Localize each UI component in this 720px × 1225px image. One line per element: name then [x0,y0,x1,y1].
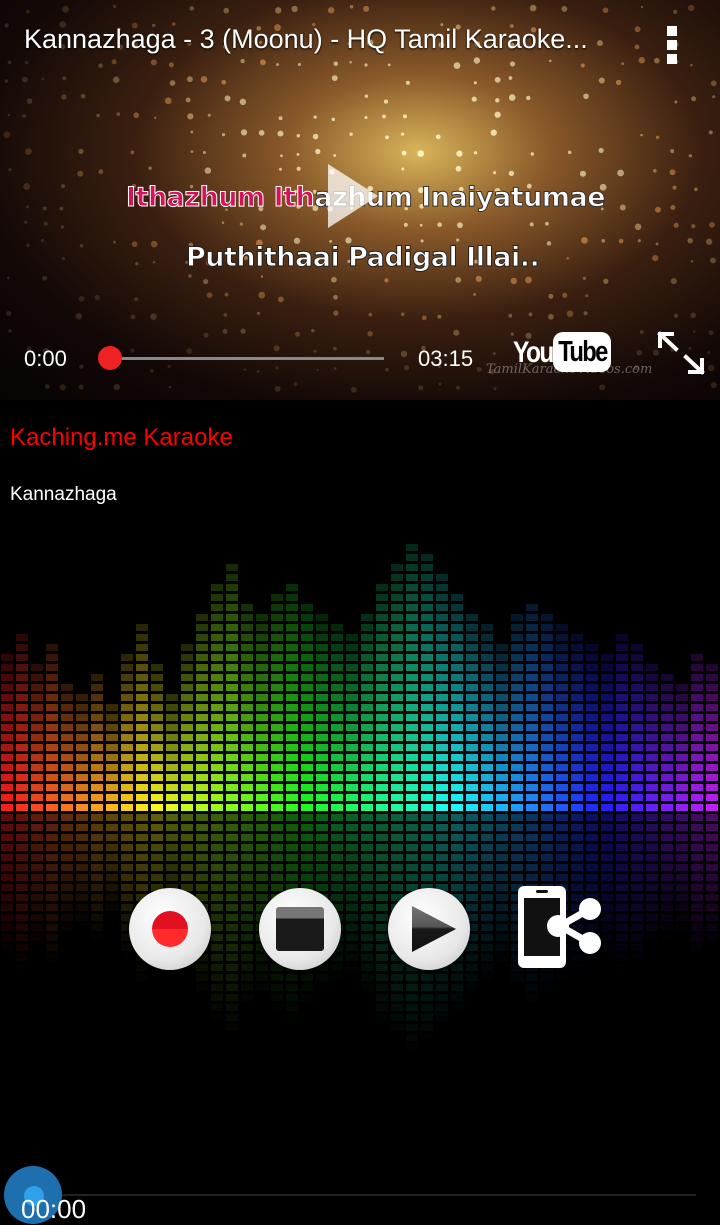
current-time: 0:00 [24,346,67,371]
share-button[interactable] [512,882,606,972]
play-icon [412,906,456,952]
more-options-icon[interactable] [662,26,682,66]
app-name: Kaching.me Karaoke [10,424,233,451]
stop-button[interactable] [259,888,341,970]
elapsed-time: 00:00 [21,1194,87,1224]
lyric-line-2: Puthithaai Padigal Illai.. [186,242,541,274]
play-overlay-icon[interactable] [322,160,382,232]
share-icon [518,886,601,968]
seek-thumb[interactable] [98,346,122,370]
play-button[interactable] [388,888,470,970]
stop-icon [276,907,324,951]
playback-controls [0,880,720,980]
duration: 03:15 [418,346,474,371]
fullscreen-icon[interactable] [656,330,706,376]
video-title[interactable]: Kannazhaga - 3 (Moonu) - HQ Tamil Karaok… [24,24,614,55]
video-watermark: TamilKaraokeVideos.com [486,362,653,377]
record-button[interactable] [129,888,211,970]
equalizer-background [1,544,718,1031]
record-icon [152,911,188,947]
seek-bar[interactable] [108,357,384,360]
lyric-highlight: Ithazhum Ith [125,182,315,214]
song-name: Kannazhaga [10,484,117,505]
recording-progress-bar[interactable] [40,1194,696,1196]
video-player[interactable]: Kannazhaga - 3 (Moonu) - HQ Tamil Karaok… [0,0,720,400]
